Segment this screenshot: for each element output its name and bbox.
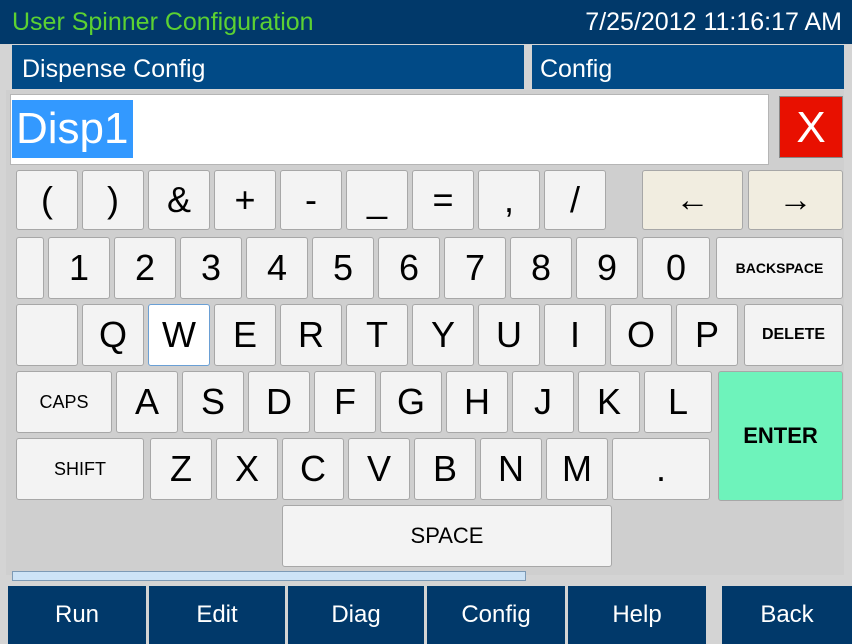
key-i[interactable]: I	[544, 304, 606, 366]
underlying-list-strip	[12, 571, 526, 581]
close-keyboard-button[interactable]: X	[779, 96, 843, 158]
nav-run-button[interactable]: Run	[8, 586, 146, 644]
key-q[interactable]: Q	[82, 304, 144, 366]
key-f[interactable]: F	[314, 371, 376, 433]
key-d[interactable]: D	[248, 371, 310, 433]
key-w[interactable]: W	[148, 304, 210, 366]
key-e[interactable]: E	[214, 304, 276, 366]
key-open-paren[interactable]: (	[16, 170, 78, 230]
arrow-right-icon: →	[778, 180, 813, 219]
key-2[interactable]: 2	[114, 237, 176, 299]
key-9[interactable]: 9	[576, 237, 638, 299]
key-l[interactable]: L	[644, 371, 712, 433]
dispense-config-panel-title: Dispense Config	[12, 45, 524, 89]
arrow-left-icon: ←	[675, 180, 710, 219]
key-6[interactable]: 6	[378, 237, 440, 299]
key-r[interactable]: R	[280, 304, 342, 366]
nav-diag-button[interactable]: Diag	[288, 586, 424, 644]
text-entry-value[interactable]: Disp1	[12, 100, 133, 158]
key-close-paren[interactable]: )	[82, 170, 144, 230]
key-slash[interactable]: /	[544, 170, 606, 230]
nav-help-button[interactable]: Help	[568, 586, 706, 644]
key-u[interactable]: U	[478, 304, 540, 366]
key-spacer	[16, 237, 44, 299]
key-c[interactable]: C	[282, 438, 344, 500]
key-p[interactable]: P	[676, 304, 738, 366]
key-period[interactable]: .	[612, 438, 710, 500]
key-plus[interactable]: +	[214, 170, 276, 230]
delete-key[interactable]: DELETE	[744, 304, 843, 366]
key-v[interactable]: V	[348, 438, 410, 500]
key-b[interactable]: B	[414, 438, 476, 500]
key-minus[interactable]: -	[280, 170, 342, 230]
arrow-right-key[interactable]: →	[748, 170, 843, 230]
key-a[interactable]: A	[116, 371, 178, 433]
key-h[interactable]: H	[446, 371, 508, 433]
app-title: User Spinner Configuration	[12, 8, 314, 36]
key-n[interactable]: N	[480, 438, 542, 500]
space-key[interactable]: SPACE	[282, 505, 612, 567]
key-underscore[interactable]: _	[346, 170, 408, 230]
key-4[interactable]: 4	[246, 237, 308, 299]
key-spacer	[16, 304, 78, 366]
key-8[interactable]: 8	[510, 237, 572, 299]
arrow-left-key[interactable]: ←	[642, 170, 743, 230]
key-comma[interactable]: ,	[478, 170, 540, 230]
shift-key[interactable]: SHIFT	[16, 438, 144, 500]
nav-edit-button[interactable]: Edit	[149, 586, 285, 644]
key-z[interactable]: Z	[150, 438, 212, 500]
key-m[interactable]: M	[546, 438, 608, 500]
key-o[interactable]: O	[610, 304, 672, 366]
config-panel-title: Config	[532, 45, 844, 89]
nav-config-button[interactable]: Config	[427, 586, 565, 644]
key-5[interactable]: 5	[312, 237, 374, 299]
enter-key[interactable]: ENTER	[718, 371, 843, 501]
key-1[interactable]: 1	[48, 237, 110, 299]
key-g[interactable]: G	[380, 371, 442, 433]
key-j[interactable]: J	[512, 371, 574, 433]
datetime-display: 7/25/2012 11:16:17 AM	[585, 8, 842, 36]
key-t[interactable]: T	[346, 304, 408, 366]
key-x[interactable]: X	[216, 438, 278, 500]
nav-back-button[interactable]: Back	[722, 586, 852, 644]
key-k[interactable]: K	[578, 371, 640, 433]
key-3[interactable]: 3	[180, 237, 242, 299]
caps-lock-key[interactable]: CAPS	[16, 371, 112, 433]
key-s[interactable]: S	[182, 371, 244, 433]
key-ampersand[interactable]: &	[148, 170, 210, 230]
key-0[interactable]: 0	[642, 237, 710, 299]
key-7[interactable]: 7	[444, 237, 506, 299]
backspace-key[interactable]: BACKSPACE	[716, 237, 843, 299]
key-equals[interactable]: =	[412, 170, 474, 230]
key-y[interactable]: Y	[412, 304, 474, 366]
